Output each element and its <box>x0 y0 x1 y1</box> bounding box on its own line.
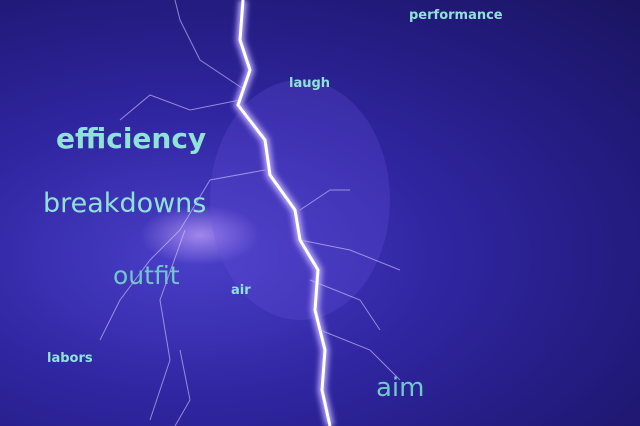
word-efficiency: efficiency <box>56 122 207 155</box>
word-aim: aim <box>376 373 425 403</box>
word-outfit: outfit <box>113 261 180 290</box>
word-breakdowns: breakdowns <box>43 188 207 219</box>
word-performance: performance <box>409 8 503 23</box>
word-labors: labors <box>47 351 93 366</box>
word-laugh: laugh <box>289 76 331 91</box>
word-air: air <box>231 283 251 298</box>
